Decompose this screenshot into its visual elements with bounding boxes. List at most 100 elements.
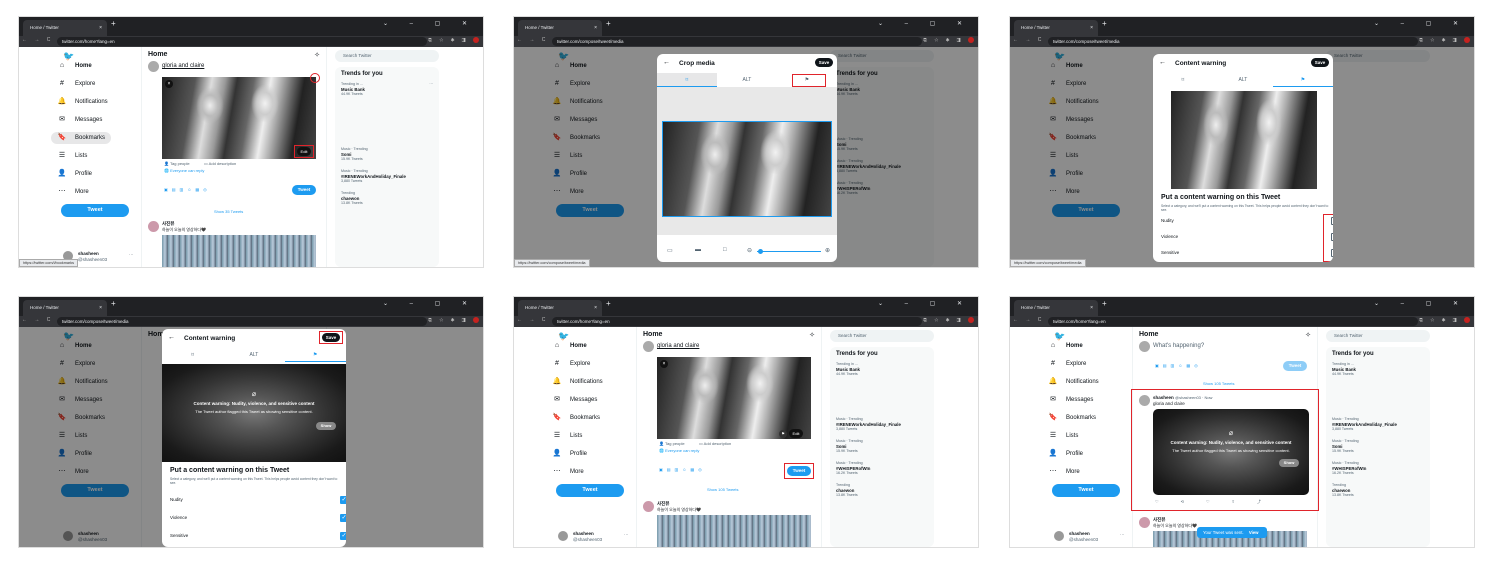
sidebar-item-home[interactable]: ⌂ Home [57, 60, 92, 72]
sidebar-item-messages[interactable]: ✉ Messages [57, 114, 102, 126]
compose-text[interactable]: gloria and claire [162, 63, 204, 69]
sparkle-icon[interactable]: ✧ [809, 331, 815, 339]
option-sensitive[interactable]: Sensitive [1161, 246, 1333, 260]
tag-people-link[interactable]: 👤 Tag people [659, 441, 685, 446]
trend-item[interactable]: Trending chaewon 13.8K Tweets [1332, 483, 1424, 498]
zoom-out-icon[interactable]: ⊖ [747, 247, 752, 254]
compose-toolbar[interactable]: ▣▤▥☺▦◎ [659, 467, 706, 472]
compose-toolbar[interactable]: ▣▤▥☺▦◎ [164, 187, 211, 192]
trend-item[interactable]: Music · Trending #IRENEWorkAndHoliday_Fin… [1332, 417, 1424, 432]
option-violence[interactable]: Violence [1161, 230, 1333, 244]
tab-crop[interactable]: ⌑ [162, 348, 223, 362]
nav-buttons[interactable]: ← → C [1013, 37, 1044, 43]
crop-preview-photo[interactable] [662, 121, 832, 217]
sidebar-item-notifications[interactable]: 🔔 Notifications [57, 96, 108, 108]
back-arrow-icon[interactable]: ← [663, 59, 670, 66]
edit-button[interactable]: Edit [789, 429, 803, 438]
extension-icons[interactable]: ⧉ ☆ ✱ ◨ [923, 37, 974, 43]
sidebar-item-lists[interactable]: ☰ Lists [552, 430, 582, 442]
option-sensitive[interactable]: Sensitive✓ [170, 529, 346, 543]
sidebar-item-explore[interactable]: # Explore [552, 358, 590, 370]
violence-checkbox[interactable]: ✓ [340, 514, 346, 522]
close-icon[interactable]: × [165, 80, 173, 88]
tab-content-warning[interactable]: ⚑ [1272, 73, 1333, 87]
new-tab-button[interactable]: + [1102, 19, 1107, 28]
tab-close-icon[interactable]: × [1090, 300, 1093, 316]
sidebar-item-explore[interactable]: # Explore [57, 78, 95, 90]
new-tab-button[interactable]: + [606, 299, 611, 308]
extension-icons[interactable]: ⧉ ☆ ✱ ◨ [1419, 37, 1470, 43]
aspect-wide-icon[interactable]: ▬ [695, 247, 701, 253]
extension-icons[interactable]: ⧉ ☆ ✱ ◨ [1419, 317, 1470, 323]
tab-crop[interactable]: ⌑ [657, 73, 717, 87]
aspect-original-icon[interactable]: ▭ [667, 247, 673, 254]
nav-buttons[interactable]: ← → C [22, 317, 53, 323]
sidebar-item-bookmarks[interactable]: 🔖 Bookmarks [51, 132, 112, 144]
twitter-logo-icon[interactable]: 🐦 [1054, 332, 1065, 341]
search-input[interactable]: Search Twitter [335, 50, 439, 62]
zoom-slider-thumb[interactable] [758, 249, 763, 254]
close-icon[interactable]: × [660, 360, 668, 368]
sidebar-item-bookmarks[interactable]: 🔖 Bookmarks [552, 412, 600, 424]
browser-tab[interactable]: Home / Twitter × [1014, 20, 1098, 36]
sidebar-item-more[interactable]: ⋯ More [57, 186, 89, 198]
trend-item[interactable]: Trending in ... Music Bank 44.9K Tweets ··· [341, 82, 433, 97]
tab-close-icon[interactable]: × [1090, 20, 1093, 36]
twitter-logo-icon[interactable]: 🐦 [63, 52, 74, 61]
extension-icons[interactable]: ⧉ ☆ ✱ ◨ [428, 37, 479, 43]
zoom-slider[interactable] [757, 251, 821, 252]
add-description-link[interactable]: ▭ Add description [699, 441, 731, 446]
tab-close-icon[interactable]: × [594, 300, 597, 316]
sidebar-item-notifications[interactable]: 🔔 Notifications [1048, 376, 1099, 388]
nav-buttons[interactable]: ← → C [1013, 317, 1044, 323]
sidebar-tweet-button[interactable]: Tweet [556, 484, 624, 497]
reply-setting[interactable]: 🌐 Everyone can reply [164, 168, 204, 173]
sidebar-item-home[interactable]: ⌂ Home [1048, 340, 1083, 352]
sidebar-item-bookmarks[interactable]: 🔖 Bookmarks [1048, 412, 1096, 424]
sidebar-item-profile[interactable]: 👤 Profile [1048, 448, 1083, 460]
nav-buttons[interactable]: ← → C [517, 317, 548, 323]
tab-content-warning[interactable]: ⚑ [284, 348, 346, 362]
tab-alt[interactable]: ALT [1213, 73, 1273, 87]
url-field[interactable]: twitter.com/home?lang=en [552, 317, 922, 326]
sparkle-icon[interactable]: ✧ [314, 51, 320, 59]
option-violence[interactable]: Violence✓ [170, 511, 346, 525]
tab-crop[interactable]: ⌑ [1153, 73, 1213, 87]
trend-item[interactable]: Trending in ... Music Bank 44.9K Tweets [1332, 362, 1424, 377]
flag-icon[interactable]: ⚑ [779, 430, 787, 438]
window-controls[interactable]: ⌄ – ▢ ✕ [383, 20, 477, 27]
window-controls[interactable]: ⌄ – ▢ ✕ [878, 300, 972, 307]
sidebar-item-lists[interactable]: ☰ Lists [57, 150, 87, 162]
sensitive-checkbox[interactable]: ✓ [340, 532, 346, 540]
trend-item[interactable]: Music · Trending #WHISPERofWIn 16.2K Tweet… [1332, 461, 1424, 476]
new-tab-button[interactable]: + [111, 299, 116, 308]
trend-item[interactable]: Trending in ... Music Bank 44.9K Tweets [836, 362, 928, 377]
trend-item[interactable]: Music · Trending Somi 15.9K Tweets [341, 147, 433, 162]
window-controls[interactable]: ⌄ – ▢ ✕ [383, 300, 477, 307]
sidebar-item-explore[interactable]: # Explore [1048, 358, 1086, 370]
show-tweets-link[interactable]: Show 105 Tweets [1203, 381, 1235, 386]
trend-item[interactable]: Music · Trending #IRENEWorkAndHoliday_Fin… [341, 169, 433, 184]
reply-setting[interactable]: 🌐 Everyone can reply [659, 448, 699, 453]
extension-icons[interactable]: ⧉ ☆ ✱ ◨ [428, 317, 479, 323]
back-arrow-icon[interactable]: ← [168, 334, 175, 341]
sent-tweet-header[interactable]: shasheen @shasheen03 · Now [1153, 395, 1212, 400]
new-tab-button[interactable]: + [111, 19, 116, 28]
window-controls[interactable]: ⌄ – ▢ ✕ [1374, 20, 1468, 27]
save-button[interactable]: Save [815, 58, 833, 67]
back-arrow-icon[interactable]: ← [1159, 59, 1166, 66]
tab-close-icon[interactable]: × [99, 20, 102, 36]
tweet-button[interactable]: Tweet [292, 185, 316, 195]
nudity-checkbox[interactable]: ✓ [340, 496, 346, 504]
toast-view-link[interactable]: View [1249, 530, 1259, 535]
sidebar-item-messages[interactable]: ✉ Messages [1048, 394, 1093, 406]
nav-buttons[interactable]: ← → C [22, 37, 53, 43]
tab-alt[interactable]: ALT [717, 73, 777, 87]
sidebar-item-profile[interactable]: 👤 Profile [552, 448, 587, 460]
sidebar-tweet-button[interactable]: Tweet [1052, 484, 1120, 497]
window-controls[interactable]: ⌄ – ▢ ✕ [878, 20, 972, 27]
url-field[interactable]: twitter.com/home?lang=en [57, 37, 427, 46]
tweet-button[interactable]: Tweet [1283, 361, 1307, 371]
browser-tab[interactable]: Home / Twitter × [23, 300, 107, 316]
account-switcher[interactable]: shasheen @shasheen03 ··· [558, 529, 638, 547]
